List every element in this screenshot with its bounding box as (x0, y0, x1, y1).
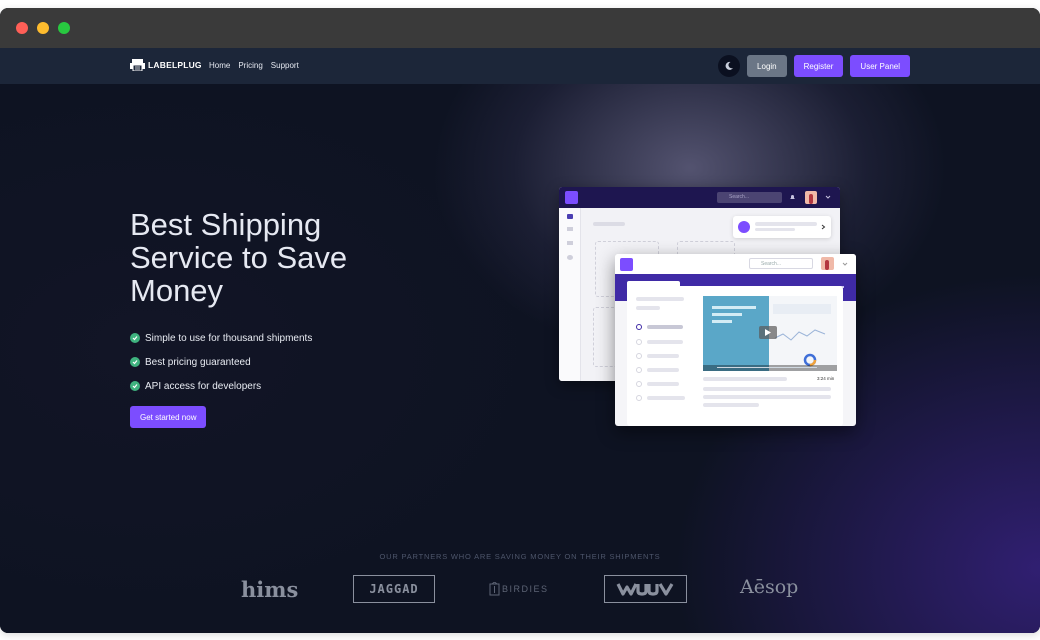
mockup-front-search: Search... (749, 258, 813, 269)
nav-link-support[interactable]: Support (271, 61, 299, 70)
birdies-wordmark: BIRDIES (502, 584, 549, 594)
moon-icon (725, 61, 734, 70)
minimize-window-button[interactable] (37, 22, 49, 34)
mockup-mini-chart (769, 296, 837, 371)
window-titlebar (0, 8, 1040, 48)
mockup-video-player (703, 296, 837, 371)
play-icon (759, 326, 777, 339)
check-circle-icon (130, 333, 140, 343)
partner-logo-jaggad: JAGGAD (353, 575, 435, 603)
main-nav: Home Pricing Support (209, 61, 299, 70)
hero-title-line-3: Money (130, 273, 224, 308)
maximize-window-button[interactable] (58, 22, 70, 34)
partner-logo-wuuv (604, 575, 687, 603)
close-window-button[interactable] (16, 22, 28, 34)
dashboard-mockup-front: Search... 3:24 min (615, 254, 856, 426)
mockup-search: Search... (717, 192, 782, 203)
mockup-header: Search... (559, 187, 840, 208)
feature-item: Simple to use for thousand shipments (130, 326, 312, 350)
feature-list: Simple to use for thousand shipments Bes… (130, 326, 312, 398)
mockup-notification-card (733, 216, 831, 238)
mockup-avatar (805, 191, 817, 204)
birdies-mark-icon (489, 582, 500, 596)
mockup-front-header: Search... (615, 254, 856, 274)
partner-logo-strip: hims JAGGAD BIRDIES Aēsop (0, 575, 1040, 605)
user-panel-button[interactable]: User Panel (850, 55, 910, 77)
login-button[interactable]: Login (747, 55, 787, 77)
theme-toggle-button[interactable] (718, 55, 741, 77)
video-duration: 3:24 min (817, 376, 835, 381)
mockup-front-logo (620, 258, 633, 271)
feature-text: Best pricing guaranteed (145, 356, 251, 368)
feature-text: API access for developers (145, 380, 262, 392)
mockup-logo (565, 191, 578, 204)
top-navbar: LABELPLUG Home Pricing Support Login Reg… (0, 48, 1040, 84)
bell-icon (790, 195, 795, 199)
brand-logo[interactable]: LABELPLUG (130, 59, 202, 71)
get-started-button[interactable]: Get started now (130, 406, 207, 428)
mockup-sidebar (559, 208, 581, 381)
check-circle-icon (130, 381, 140, 391)
feature-item: API access for developers (130, 374, 312, 398)
landing-page: LABELPLUG Home Pricing Support Login Reg… (0, 48, 1040, 633)
partner-logo-aesop: Aēsop (740, 576, 799, 598)
brand-name: LABELPLUG (148, 60, 202, 70)
mockup-front-avatar (821, 257, 834, 270)
wuuv-wordmark-icon (616, 583, 673, 596)
partner-logo-hims: hims (241, 577, 299, 602)
mockup-course-card: 3:24 min (627, 286, 843, 426)
register-button[interactable]: Register (793, 55, 844, 77)
nav-link-pricing[interactable]: Pricing (238, 61, 262, 70)
browser-window: LABELPLUG Home Pricing Support Login Reg… (0, 8, 1040, 633)
partners-heading: OUR PARTNERS WHO ARE SAVING MONEY ON THE… (379, 552, 661, 561)
nav-actions: Login Register User Panel (718, 55, 910, 77)
check-circle-icon (130, 357, 140, 367)
feature-item: Best pricing guaranteed (130, 350, 312, 374)
label-printer-icon (130, 59, 145, 71)
feature-text: Simple to use for thousand shipments (145, 332, 313, 344)
chevron-down-icon (825, 195, 831, 199)
hero-title-line-2: Service to Save (130, 240, 348, 275)
nav-link-home[interactable]: Home (209, 61, 230, 70)
partner-logo-birdies: BIRDIES (489, 582, 549, 596)
hero-title-line-1: Best Shipping (130, 207, 322, 242)
hero-title: Best Shipping Service to Save Money (130, 208, 430, 307)
